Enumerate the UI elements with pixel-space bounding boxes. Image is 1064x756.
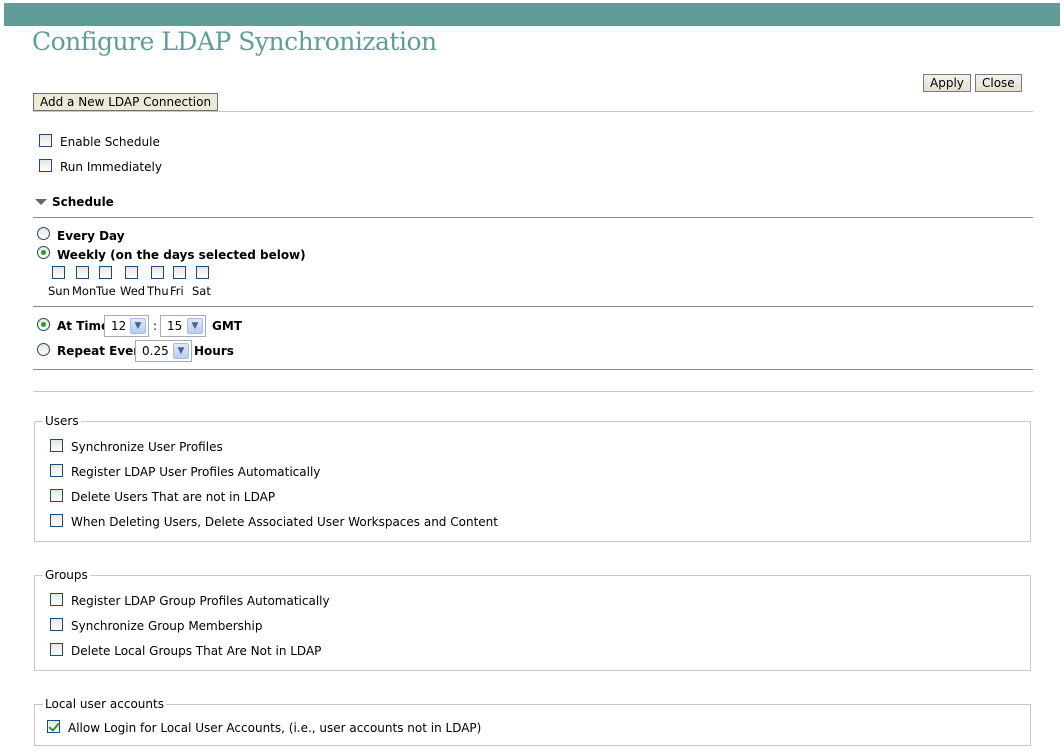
run-immediately-checkbox[interactable] [39,159,52,172]
day-label-sat: Sat [192,284,211,298]
top-banner [4,3,1060,26]
apply-button[interactable]: Apply [923,74,971,92]
day-label-tue: Tue [96,284,116,298]
sync-group-membership-label: Synchronize Group Membership [71,619,263,633]
divider [33,369,1033,370]
day-label-wed: Wed [120,284,146,298]
chevron-down-icon: ▼ [173,343,189,359]
register-ldap-group-profiles-checkbox[interactable] [50,593,63,606]
run-immediately-label: Run Immediately [60,160,162,174]
repeat-every-label: Repeat Every [57,344,148,358]
register-ldap-group-profiles-label: Register LDAP Group Profiles Automatical… [71,594,330,608]
hour-select[interactable]: 12 ▼ [104,315,149,337]
divider [33,391,1033,392]
day-thu-checkbox[interactable] [151,266,164,279]
register-ldap-user-profiles-label: Register LDAP User Profiles Automaticall… [71,465,321,479]
minute-value: 15 [167,319,183,333]
enable-schedule-checkbox[interactable] [39,134,52,147]
chevron-down-icon: ▼ [130,318,146,334]
repeat-interval-select[interactable]: 0.25 ▼ [135,340,192,362]
day-mon-checkbox[interactable] [76,266,89,279]
divider [33,217,1033,218]
collapse-triangle-icon[interactable] [35,199,47,205]
repeat-unit-label: Hours [194,344,234,358]
local-accounts-legend: Local user accounts [43,697,166,711]
day-tue-checkbox[interactable] [99,266,112,279]
minute-select[interactable]: 15 ▼ [160,315,206,337]
day-wed-checkbox[interactable] [125,266,138,279]
delete-local-groups-checkbox[interactable] [50,643,63,656]
repeat-every-radio[interactable] [37,343,50,356]
sync-user-profiles-label: Synchronize User Profiles [71,440,223,454]
hour-value: 12 [111,319,127,333]
enable-schedule-label: Enable Schedule [60,135,160,149]
day-label-mon: Mon [72,284,97,298]
allow-local-login-label: Allow Login for Local User Accounts, (i.… [68,721,482,735]
delete-users-not-in-ldap-label: Delete Users That are not in LDAP [71,490,276,504]
delete-user-workspaces-label: When Deleting Users, Delete Associated U… [71,515,498,529]
register-ldap-user-profiles-checkbox[interactable] [50,464,63,477]
divider [33,306,1033,307]
every-day-label: Every Day [57,229,125,243]
sync-group-membership-checkbox[interactable] [50,618,63,631]
delete-local-groups-label: Delete Local Groups That Are Not in LDAP [71,644,322,658]
day-label-fri: Fri [170,284,184,298]
close-button[interactable]: Close [975,74,1022,92]
day-sun-checkbox[interactable] [52,266,65,279]
divider [33,111,1033,112]
day-sat-checkbox[interactable] [196,266,209,279]
day-label-thu: Thu [147,284,169,298]
every-day-radio[interactable] [37,227,50,240]
schedule-heading[interactable]: Schedule [52,195,114,209]
at-time-radio[interactable] [37,318,50,331]
day-fri-checkbox[interactable] [173,266,186,279]
delete-users-not-in-ldap-checkbox[interactable] [50,489,63,502]
at-time-label: At Time [57,319,110,333]
groups-legend: Groups [43,568,90,582]
chevron-down-icon: ▼ [187,318,203,334]
delete-user-workspaces-checkbox[interactable] [50,514,63,527]
weekly-radio[interactable] [37,246,50,259]
time-separator: : [153,319,158,333]
day-label-sun: Sun [48,284,70,298]
repeat-interval-value: 0.25 [142,344,169,358]
users-legend: Users [43,414,81,428]
weekly-label: Weekly (on the days selected below) [57,248,306,262]
sync-user-profiles-checkbox[interactable] [50,439,63,452]
add-ldap-connection-button[interactable]: Add a New LDAP Connection [33,93,219,111]
page-title: Configure LDAP Synchronization [32,27,437,56]
allow-local-login-checkbox[interactable] [47,720,60,733]
timezone-label: GMT [212,319,242,333]
